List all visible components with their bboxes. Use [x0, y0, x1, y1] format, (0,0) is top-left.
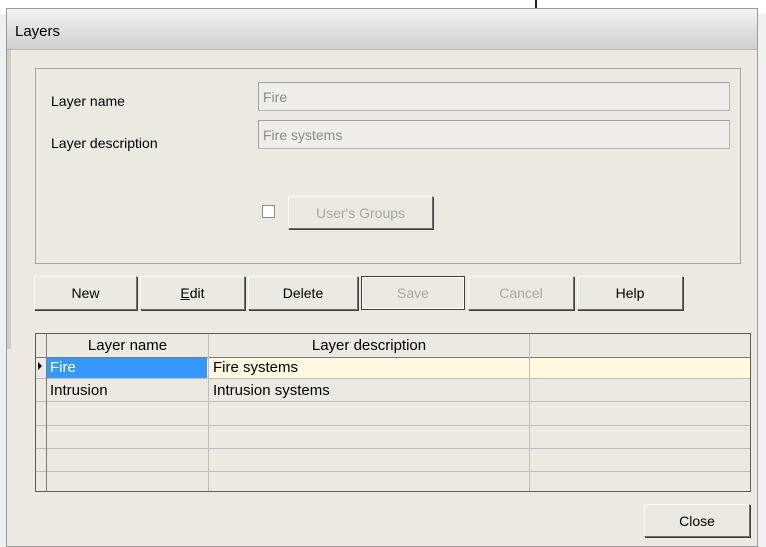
layers-dialog: Layers Layer name Layer description User…: [6, 8, 758, 547]
layer-description-label: Layer description: [51, 135, 158, 151]
cell-layer-name[interactable]: Intrusion: [50, 381, 108, 400]
users-groups-checkbox[interactable]: [262, 205, 275, 218]
current-row-indicator-icon: [38, 362, 42, 370]
row-separator: [36, 401, 750, 402]
layers-table[interactable]: Layer name Layer description Fire Fire s…: [35, 333, 751, 492]
edit-accelerator-key: E: [180, 285, 190, 301]
new-button[interactable]: New: [34, 276, 137, 310]
row-header-separator: [46, 334, 47, 491]
cell-layer-description[interactable]: Intrusion systems: [213, 381, 330, 400]
row-separator: [36, 425, 750, 426]
column-header-layer-name[interactable]: Layer name: [47, 336, 208, 355]
layer-description-field[interactable]: [258, 120, 730, 149]
edit-button-label: dit: [189, 285, 205, 301]
layer-name-field[interactable]: [258, 82, 730, 111]
cell-layer-name[interactable]: Fire: [50, 358, 76, 377]
close-button[interactable]: Close: [644, 504, 750, 537]
row-separator: [36, 448, 750, 449]
help-button[interactable]: Help: [577, 276, 683, 310]
row-separator: [36, 378, 750, 379]
delete-button[interactable]: Delete: [248, 276, 358, 310]
row-separator: [36, 471, 750, 472]
users-groups-button[interactable]: User's Groups: [288, 196, 433, 229]
column-separator: [529, 334, 530, 491]
layer-name-label: Layer name: [51, 93, 125, 109]
header-separator: [36, 357, 750, 358]
save-button[interactable]: Save: [361, 276, 465, 310]
column-header-layer-description[interactable]: Layer description: [209, 336, 529, 355]
window-edge: [7, 49, 11, 349]
edit-button[interactable]: Edit: [140, 276, 245, 310]
window-title: Layers: [15, 23, 61, 40]
cell-layer-description[interactable]: Fire systems: [213, 358, 298, 377]
column-separator: [208, 334, 209, 491]
cancel-button[interactable]: Cancel: [468, 276, 574, 310]
title-bar[interactable]: Layers: [7, 9, 757, 50]
